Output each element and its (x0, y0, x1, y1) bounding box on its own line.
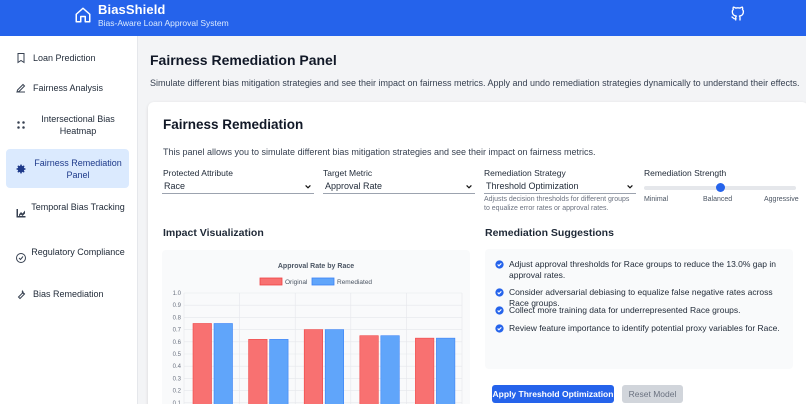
legend-swatch (311, 277, 335, 286)
suggestions-box: Adjust approval thresholds for Race grou… (485, 249, 793, 369)
y-tick-label: 0.8 (173, 315, 182, 321)
strength-max-label: Aggressive (764, 196, 799, 203)
sidebar-item-fairness-analysis[interactable]: Fairness Analysis (6, 78, 129, 98)
chevron-down-icon (305, 184, 311, 189)
y-tick-label: 0.2 (173, 389, 182, 395)
chart-title: Approval Rate by Race (278, 263, 354, 270)
strategy-value: Threshold Optimization (486, 181, 579, 191)
protected-attribute-value: Race (164, 181, 186, 191)
check-circle-icon (495, 306, 504, 315)
suggestion-item: Review feature importance to identify po… (495, 323, 785, 334)
wrench-icon (17, 289, 26, 300)
bar-remediated (436, 337, 456, 404)
reset-model-button[interactable]: Reset Model (622, 385, 683, 403)
gear-icon (16, 164, 26, 174)
bar-remediated (269, 339, 289, 404)
home-icon[interactable] (74, 6, 92, 24)
target-metric-value: Approval Rate (325, 181, 383, 191)
protected-attribute-label: Protected Attribute (163, 168, 233, 178)
sidebar-item-label: Regulatory Compliance (31, 247, 125, 257)
impact-chart: Approval Rate by Race Original Remediated 1… (162, 250, 470, 404)
sidebar-item-label: Fairness Analysis (33, 83, 104, 93)
sidebar-item-temporal-tracking[interactable]: Temporal Bias Tracking (6, 196, 129, 230)
y-tick-label: 0.5 (173, 352, 182, 358)
y-tick-label: 0.3 (173, 376, 182, 382)
top-bar: BiasShield Bias-Aware Loan Approval Syst… (0, 0, 806, 36)
legend-swatch (259, 277, 283, 286)
chart-svg: Approval Rate by Race Original Remediated 1… (173, 263, 463, 404)
y-tick-label: 1.0 (173, 291, 182, 297)
app-tagline: Bias-Aware Loan Approval System (98, 18, 229, 28)
strength-slider[interactable] (644, 183, 796, 192)
card-description: This panel allows you to simulate differ… (163, 147, 596, 157)
chevron-down-icon (627, 184, 633, 189)
y-tick-label: 0.7 (173, 328, 182, 334)
sidebar: Loan Prediction Fairness Analysis Inters… (0, 36, 138, 404)
strategy-select[interactable]: Threshold Optimization (484, 180, 636, 194)
bar-remediated (213, 323, 233, 404)
sidebar-item-label: Loan Prediction (33, 53, 96, 63)
bar-original (415, 337, 435, 404)
grid-dots-icon (17, 121, 25, 129)
bar-original (359, 335, 379, 404)
y-tick-label: 0.4 (173, 364, 182, 370)
sidebar-item-intersectional-heatmap[interactable]: Intersectional Bias Heatmap (6, 108, 129, 142)
sidebar-item-label: Temporal Bias Tracking (31, 202, 125, 212)
page-title: Fairness Remediation Panel (150, 52, 337, 68)
apply-strategy-button[interactable]: Apply Threshold Optimization (492, 385, 614, 403)
strength-min-label: Minimal (644, 196, 669, 203)
y-tick-label: 0.6 (173, 340, 182, 346)
target-metric-label: Target Metric (323, 168, 373, 178)
sidebar-item-label: Intersectional Bias Heatmap (41, 114, 115, 136)
sidebar-item-regulatory-compliance[interactable]: Regulatory Compliance (6, 241, 129, 275)
github-icon[interactable] (730, 6, 746, 22)
y-tick-label: 0.9 (173, 303, 182, 309)
suggestion-item: Adjust approval thresholds for Race grou… (495, 259, 785, 280)
main-content: Fairness Remediation Panel Simulate diff… (138, 36, 806, 404)
sidebar-item-bias-remediation[interactable]: Bias Remediation (6, 284, 129, 304)
suggestion-item: Collect more training data for underrepr… (495, 305, 785, 316)
sidebar-item-label: Bias Remediation (33, 289, 104, 299)
sidebar-item-label: Fairness Remediation Panel (34, 158, 122, 180)
card-title: Fairness Remediation (163, 117, 304, 132)
check-circle-icon (495, 288, 504, 297)
sidebar-item-loan-prediction[interactable]: Loan Prediction (6, 48, 129, 68)
bookmark-icon (17, 53, 25, 64)
bar-original (192, 323, 212, 404)
strategy-label: Remediation Strategy (484, 168, 566, 178)
slider-thumb[interactable] (715, 183, 725, 192)
protected-attribute-select[interactable]: Race (162, 180, 314, 194)
bar-original (248, 339, 268, 404)
bar-remediated (380, 335, 400, 404)
strategy-hint: Adjusts decision thresholds for differen… (484, 196, 630, 212)
chart-icon (16, 209, 26, 218)
bar-original (303, 329, 323, 404)
check-circle-icon (495, 260, 504, 269)
pen-icon (16, 83, 26, 93)
page-description: Simulate different bias mitigation strat… (150, 78, 800, 88)
bar-remediated (324, 329, 344, 404)
check-circle-icon (16, 253, 26, 263)
legend-label: Remediated (337, 279, 372, 286)
check-circle-icon (495, 324, 504, 333)
target-metric-select[interactable]: Approval Rate (323, 180, 475, 194)
strength-label: Remediation Strength (644, 168, 727, 178)
chevron-down-icon (466, 184, 472, 189)
strength-mid-label: Balanced (703, 196, 733, 203)
legend-label: Original (285, 279, 308, 286)
sidebar-item-fairness-remediation[interactable]: Fairness Remediation Panel (6, 149, 129, 188)
app-name: BiasShield (98, 2, 166, 17)
impact-title: Impact Visualization (163, 227, 264, 239)
remediation-card: Fairness Remediation This panel allows y… (148, 102, 806, 404)
suggestions-title: Remediation Suggestions (485, 227, 614, 239)
